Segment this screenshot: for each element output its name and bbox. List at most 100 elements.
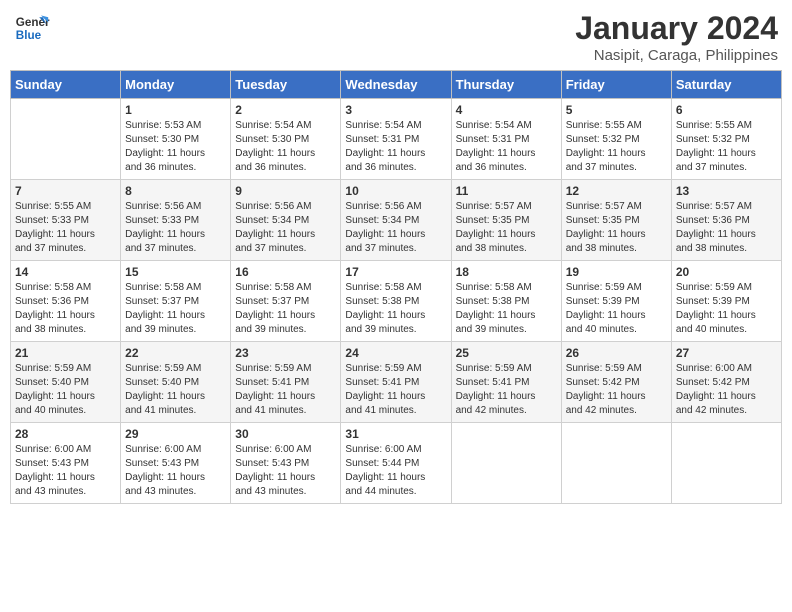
day-number: 7 <box>15 184 116 198</box>
page-header: General Blue January 2024 Nasipit, Carag… <box>10 10 782 64</box>
day-info: Sunrise: 5:55 AMSunset: 5:33 PMDaylight:… <box>15 200 116 256</box>
day-info: Sunrise: 5:55 AMSunset: 5:32 PMDaylight:… <box>566 119 667 175</box>
day-number: 11 <box>456 184 557 198</box>
day-info: Sunrise: 5:54 AMSunset: 5:31 PMDaylight:… <box>456 119 557 175</box>
day-info: Sunrise: 5:59 AMSunset: 5:40 PMDaylight:… <box>15 362 116 418</box>
week-row-1: 1Sunrise: 5:53 AMSunset: 5:30 PMDaylight… <box>11 99 782 180</box>
day-info: Sunrise: 5:56 AMSunset: 5:34 PMDaylight:… <box>235 200 336 256</box>
day-number: 5 <box>566 103 667 117</box>
day-number: 24 <box>345 346 446 360</box>
day-header-sunday: Sunday <box>11 71 121 99</box>
week-row-5: 28 Sunrise: 6:00 AMSunset: 5:43 PMDayligh… <box>11 423 782 504</box>
calendar-body: 1Sunrise: 5:53 AMSunset: 5:30 PMDaylight… <box>11 99 782 504</box>
day-info: Sunrise: 5:54 AMSunset: 5:31 PMDaylight:… <box>345 119 446 175</box>
day-header-monday: Monday <box>121 71 231 99</box>
day-info: Sunrise: 5:53 AMSunset: 5:30 PMDaylight:… <box>125 119 226 175</box>
calendar-cell: 7 Sunrise: 5:55 AMSunset: 5:33 PMDaylight… <box>11 180 121 261</box>
day-info: Sunrise: 5:59 AMSunset: 5:42 PMDaylight:… <box>566 362 667 418</box>
calendar-cell: 22Sunrise: 5:59 AMSunset: 5:40 PMDayligh… <box>121 342 231 423</box>
calendar-cell: 9Sunrise: 5:56 AMSunset: 5:34 PMDaylight… <box>231 180 341 261</box>
day-info: Sunrise: 5:58 AMSunset: 5:38 PMDaylight:… <box>345 281 446 337</box>
day-number: 27 <box>676 346 777 360</box>
calendar-cell: 25Sunrise: 5:59 AMSunset: 5:41 PMDayligh… <box>451 342 561 423</box>
day-number: 13 <box>676 184 777 198</box>
week-row-2: 7 Sunrise: 5:55 AMSunset: 5:33 PMDaylight… <box>11 180 782 261</box>
day-number: 3 <box>345 103 446 117</box>
week-row-3: 14 Sunrise: 5:58 AMSunset: 5:36 PMDayligh… <box>11 261 782 342</box>
calendar-cell: 23 Sunrise: 5:59 AMSunset: 5:41 PMDayligh… <box>231 342 341 423</box>
day-number: 28 <box>15 427 116 441</box>
calendar-cell: 11 Sunrise: 5:57 AMSunset: 5:35 PMDayligh… <box>451 180 561 261</box>
day-info: Sunrise: 6:00 AMSunset: 5:43 PMDaylight:… <box>125 443 226 499</box>
calendar-cell <box>451 423 561 504</box>
day-info: Sunrise: 5:59 AMSunset: 5:39 PMDaylight:… <box>676 281 777 337</box>
day-info: Sunrise: 5:55 AMSunset: 5:32 PMDaylight:… <box>676 119 777 175</box>
day-number: 20 <box>676 265 777 279</box>
day-info: Sunrise: 5:54 AMSunset: 5:30 PMDaylight:… <box>235 119 336 175</box>
day-number: 18 <box>456 265 557 279</box>
day-number: 15 <box>125 265 226 279</box>
day-info: Sunrise: 5:59 AMSunset: 5:41 PMDaylight:… <box>345 362 446 418</box>
day-number: 2 <box>235 103 336 117</box>
day-info: Sunrise: 6:00 AMSunset: 5:42 PMDaylight:… <box>676 362 777 418</box>
calendar-cell <box>11 99 121 180</box>
day-number: 12 <box>566 184 667 198</box>
day-info: Sunrise: 5:57 AMSunset: 5:35 PMDaylight:… <box>456 200 557 256</box>
calendar-cell: 31 Sunrise: 6:00 AMSunset: 5:44 PMDayligh… <box>341 423 451 504</box>
day-info: Sunrise: 5:59 AMSunset: 5:39 PMDaylight:… <box>566 281 667 337</box>
day-number: 23 <box>235 346 336 360</box>
day-info: Sunrise: 5:56 AMSunset: 5:34 PMDaylight:… <box>345 200 446 256</box>
day-number: 4 <box>456 103 557 117</box>
day-number: 8 <box>125 184 226 198</box>
subtitle: Nasipit, Caraga, Philippines <box>575 47 778 64</box>
calendar-cell: 3 Sunrise: 5:54 AMSunset: 5:31 PMDaylight… <box>341 99 451 180</box>
day-number: 21 <box>15 346 116 360</box>
day-number: 31 <box>345 427 446 441</box>
day-info: Sunrise: 5:59 AMSunset: 5:41 PMDaylight:… <box>235 362 336 418</box>
day-number: 26 <box>566 346 667 360</box>
calendar-cell: 19 Sunrise: 5:59 AMSunset: 5:39 PMDayligh… <box>561 261 671 342</box>
calendar-cell: 10 Sunrise: 5:56 AMSunset: 5:34 PMDayligh… <box>341 180 451 261</box>
calendar-cell: 30Sunrise: 6:00 AMSunset: 5:43 PMDayligh… <box>231 423 341 504</box>
day-number: 19 <box>566 265 667 279</box>
calendar-cell: 6Sunrise: 5:55 AMSunset: 5:32 PMDaylight… <box>671 99 781 180</box>
calendar-cell <box>671 423 781 504</box>
calendar-cell: 13 Sunrise: 5:57 AMSunset: 5:36 PMDayligh… <box>671 180 781 261</box>
day-info: Sunrise: 5:59 AMSunset: 5:41 PMDaylight:… <box>456 362 557 418</box>
day-info: Sunrise: 6:00 AMSunset: 5:44 PMDaylight:… <box>345 443 446 499</box>
calendar-cell: 12Sunrise: 5:57 AMSunset: 5:35 PMDayligh… <box>561 180 671 261</box>
calendar-cell: 14 Sunrise: 5:58 AMSunset: 5:36 PMDayligh… <box>11 261 121 342</box>
title-block: January 2024 Nasipit, Caraga, Philippine… <box>575 10 778 64</box>
calendar-cell: 21 Sunrise: 5:59 AMSunset: 5:40 PMDayligh… <box>11 342 121 423</box>
calendar-cell: 26 Sunrise: 5:59 AMSunset: 5:42 PMDayligh… <box>561 342 671 423</box>
day-header-friday: Friday <box>561 71 671 99</box>
calendar-cell <box>561 423 671 504</box>
day-info: Sunrise: 5:58 AMSunset: 5:38 PMDaylight:… <box>456 281 557 337</box>
calendar-cell: 4 Sunrise: 5:54 AMSunset: 5:31 PMDaylight… <box>451 99 561 180</box>
week-row-4: 21 Sunrise: 5:59 AMSunset: 5:40 PMDayligh… <box>11 342 782 423</box>
day-info: Sunrise: 5:58 AMSunset: 5:37 PMDaylight:… <box>125 281 226 337</box>
main-title: January 2024 <box>575 10 778 47</box>
day-header-thursday: Thursday <box>451 71 561 99</box>
day-info: Sunrise: 6:00 AMSunset: 5:43 PMDaylight:… <box>235 443 336 499</box>
calendar-cell: 18 Sunrise: 5:58 AMSunset: 5:38 PMDayligh… <box>451 261 561 342</box>
calendar-table: SundayMondayTuesdayWednesdayThursdayFrid… <box>10 70 782 504</box>
day-number: 14 <box>15 265 116 279</box>
calendar-cell: 28Sunrise: 6:00 AMSunset: 5:43 PMDayligh… <box>11 423 121 504</box>
day-number: 10 <box>345 184 446 198</box>
calendar-cell: 24 Sunrise: 5:59 AMSunset: 5:41 PMDayligh… <box>341 342 451 423</box>
day-header-saturday: Saturday <box>671 71 781 99</box>
calendar-cell: 8 Sunrise: 5:56 AMSunset: 5:33 PMDaylight… <box>121 180 231 261</box>
calendar-cell: 16Sunrise: 5:58 AMSunset: 5:37 PMDayligh… <box>231 261 341 342</box>
calendar-cell: 2 Sunrise: 5:54 AMSunset: 5:30 PMDaylight… <box>231 99 341 180</box>
calendar-cell: 5 Sunrise: 5:55 AMSunset: 5:32 PMDaylight… <box>561 99 671 180</box>
calendar-cell: 15 Sunrise: 5:58 AMSunset: 5:37 PMDayligh… <box>121 261 231 342</box>
svg-text:Blue: Blue <box>16 29 42 42</box>
day-info: Sunrise: 5:57 AMSunset: 5:36 PMDaylight:… <box>676 200 777 256</box>
day-number: 17 <box>345 265 446 279</box>
calendar-cell: 27 Sunrise: 6:00 AMSunset: 5:42 PMDayligh… <box>671 342 781 423</box>
day-info: Sunrise: 5:58 AMSunset: 5:36 PMDaylight:… <box>15 281 116 337</box>
day-header-tuesday: Tuesday <box>231 71 341 99</box>
calendar-cell: 29Sunrise: 6:00 AMSunset: 5:43 PMDayligh… <box>121 423 231 504</box>
day-info: Sunrise: 5:56 AMSunset: 5:33 PMDaylight:… <box>125 200 226 256</box>
